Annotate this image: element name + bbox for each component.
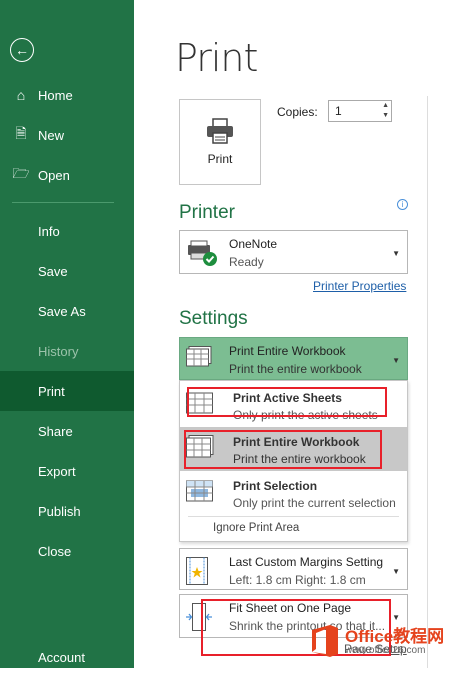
- print-button-label: Print: [207, 152, 233, 166]
- nav-print[interactable]: Print: [0, 371, 134, 411]
- option-sub: Only print the current selection: [233, 496, 396, 510]
- menu-divider: [188, 516, 399, 517]
- new-document-icon: 🗎: [15, 125, 27, 141]
- nav-share[interactable]: Share: [0, 411, 134, 451]
- option-sub: Print the entire workbook: [233, 452, 366, 466]
- fit-to-page-icon: [186, 603, 212, 631]
- open-folder-icon: 🗁: [12, 165, 30, 181]
- nav-label: Home: [38, 87, 73, 103]
- backstage-sidebar: ← ⌂ Home 🗎 New 🗁 Open Info Save Save As …: [0, 0, 134, 668]
- nav-save-as[interactable]: Save As: [0, 291, 134, 331]
- nav-label: Publish: [38, 503, 81, 519]
- option-main: Print Active Sheets: [233, 391, 342, 405]
- copies-value: 1: [335, 104, 342, 118]
- margins-icon: [186, 557, 208, 585]
- nav-label: Print: [38, 383, 65, 399]
- nav-label: Share: [38, 423, 73, 439]
- option-print-active-sheets[interactable]: Print Active Sheets Only print the activ…: [180, 383, 407, 427]
- site-watermark: Office教程网 www.office26.com: [307, 620, 466, 668]
- chevron-down-icon: ▼: [392, 356, 400, 365]
- nav-label: Export: [38, 463, 76, 479]
- margins-dropdown[interactable]: Last Custom Margins Setting Left: 1.8 cm…: [179, 548, 408, 590]
- nav-label: Save As: [38, 303, 86, 319]
- nav-close[interactable]: Close: [0, 531, 134, 571]
- back-arrow-icon[interactable]: ←: [10, 38, 34, 62]
- scope-selected-main: Print Entire Workbook: [229, 344, 346, 358]
- option-sub: Only print the active sheets: [233, 408, 378, 422]
- settings-section-title: Settings: [179, 308, 248, 329]
- scope-selected-sub: Print the entire workbook: [229, 362, 362, 376]
- option-main: Print Entire Workbook: [233, 435, 360, 449]
- printer-status-icon: [188, 240, 217, 266]
- nav-publish[interactable]: Publish: [0, 491, 134, 531]
- print-button[interactable]: Print: [179, 99, 261, 185]
- copies-stepper[interactable]: 1 ▲ ▼: [328, 100, 392, 122]
- office-logo-icon: [312, 625, 338, 657]
- printer-section-title: Printer: [179, 202, 235, 223]
- nav-info[interactable]: Info: [0, 211, 134, 251]
- nav-save[interactable]: Save: [0, 251, 134, 291]
- nav-new[interactable]: 🗎 New: [0, 115, 134, 155]
- home-icon: ⌂: [16, 87, 26, 103]
- nav-label: Info: [38, 223, 60, 239]
- ignore-print-area-option[interactable]: Ignore Print Area: [213, 522, 299, 534]
- watermark-url: www.office26.com: [345, 645, 426, 656]
- printer-icon: [207, 118, 233, 144]
- selection-icon: [186, 480, 213, 502]
- info-icon[interactable]: i: [397, 199, 408, 210]
- watermark-text: Office教程网: [345, 627, 445, 646]
- nav-home[interactable]: ⌂ Home: [0, 75, 134, 115]
- nav-divider: [12, 202, 114, 203]
- option-print-entire-workbook[interactable]: Print Entire Workbook Print the entire w…: [180, 427, 407, 471]
- nav-label: Close: [38, 543, 72, 559]
- nav-label: Open: [38, 167, 70, 183]
- printer-dropdown[interactable]: OneNote Ready ▼: [179, 230, 408, 274]
- option-main: Print Selection: [233, 479, 318, 493]
- scaling-main: Fit Sheet on One Page: [229, 601, 352, 615]
- chevron-down-icon: ▼: [392, 567, 400, 576]
- chevron-down-icon: ▼: [392, 249, 400, 258]
- nav-history[interactable]: History: [0, 331, 134, 371]
- workbook-icon: [186, 435, 214, 458]
- nav-label: Save: [38, 263, 68, 279]
- nav-label: Account: [38, 649, 85, 665]
- printer-properties-link[interactable]: Printer Properties: [313, 279, 406, 293]
- nav-open[interactable]: 🗁 Open: [0, 155, 134, 195]
- nav-label: History: [38, 343, 79, 359]
- spin-down-icon[interactable]: ▼: [382, 112, 389, 119]
- nav-label: New: [38, 127, 65, 143]
- option-print-selection[interactable]: Print Selection Only print the current s…: [180, 471, 407, 515]
- nav-account[interactable]: Account: [0, 637, 134, 677]
- copies-label: Copies:: [277, 105, 318, 119]
- preview-divider: [427, 96, 428, 668]
- margins-sub: Left: 1.8 cm Right: 1.8 cm: [229, 573, 366, 587]
- page-title: Print: [175, 36, 258, 80]
- workbook-icon: [186, 346, 212, 367]
- nav-export[interactable]: Export: [0, 451, 134, 491]
- print-scope-menu: Print Active Sheets Only print the activ…: [179, 380, 408, 542]
- printer-status: Ready: [229, 255, 264, 269]
- spin-up-icon[interactable]: ▲: [382, 102, 389, 109]
- printer-name: OneNote: [229, 237, 278, 251]
- print-scope-dropdown[interactable]: Print Entire Workbook Print the entire w…: [179, 337, 408, 380]
- sheet-icon: [186, 392, 213, 414]
- margins-main: Last Custom Margins Setting: [229, 555, 384, 569]
